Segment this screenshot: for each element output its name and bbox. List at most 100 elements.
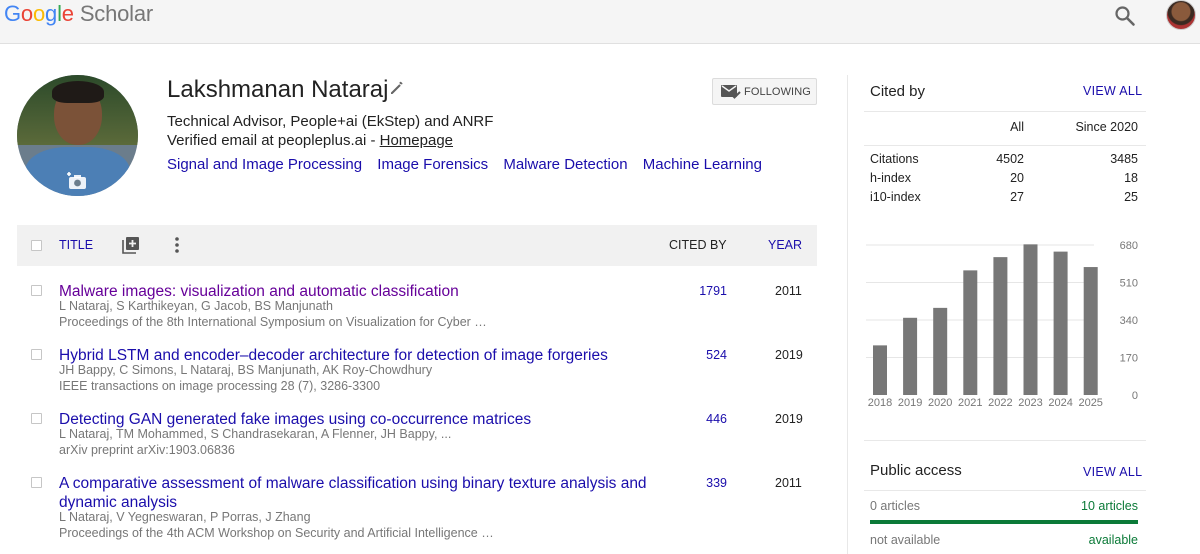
chart-x-tick-label: 2025 <box>1078 397 1102 409</box>
add-article-icon[interactable] <box>122 236 140 254</box>
chart-bar <box>1023 244 1038 395</box>
cited-by-view-all[interactable]: VIEW ALL <box>1083 84 1142 98</box>
public-access-progress-bar <box>870 520 1138 524</box>
citations-per-year-chart: 0 170 340 510 680 2018 2019 2020 2021 2022 2023 202… <box>866 240 1138 409</box>
chart-bar <box>963 270 978 395</box>
sort-by-title[interactable]: TITLE <box>59 238 93 252</box>
chart-y-tick-label: 0 <box>1132 390 1138 402</box>
interest-link[interactable]: Malware Detection <box>503 156 627 173</box>
not-available-count: 0 articles <box>870 499 921 513</box>
article-authors: JH Bappy, C Simons, L Nataraj, BS Manjun… <box>59 363 433 377</box>
chart-x-tick-label: 2020 <box>928 397 952 409</box>
profile-name: Lakshmanan Nataraj <box>167 76 389 103</box>
col-since-header: Since 2020 <box>1075 120 1138 134</box>
chart-x-tick-label: 2021 <box>958 397 982 409</box>
not-available-label: not available <box>870 533 941 547</box>
stat-all: 20 <box>1010 171 1024 185</box>
stat-label: Citations <box>870 152 919 166</box>
article-cited-count[interactable]: 446 <box>677 412 727 426</box>
article-year: 2011 <box>775 284 802 298</box>
chart-x-tick-label: 2023 <box>1018 397 1042 409</box>
logo-letter: o <box>32 1 46 26</box>
logo-letter: o <box>20 1 33 26</box>
public-access-view-all[interactable]: VIEW ALL <box>1083 465 1142 479</box>
articles-table-header: TITLE CITED BY YEAR <box>17 225 817 266</box>
chart-bar <box>903 317 918 395</box>
chart-bar <box>1083 267 1098 395</box>
stat-all: 4502 <box>996 152 1024 166</box>
select-all-checkbox[interactable] <box>31 240 42 251</box>
chart-x-tick-label: 2019 <box>898 397 922 409</box>
profile-photo[interactable] <box>17 75 138 196</box>
google-scholar-logo[interactable]: Google Scholar <box>4 1 153 27</box>
cited-by-title: Cited by <box>870 83 926 100</box>
chart-y-tick-label: 510 <box>1120 278 1138 290</box>
article-venue: Proceedings of the 4th ACM Workshop on S… <box>59 526 494 540</box>
logo-scholar-text: Scholar <box>79 1 154 26</box>
available-count: 10 articles <box>1081 499 1138 513</box>
article-checkbox[interactable] <box>31 285 42 296</box>
article-checkbox[interactable] <box>31 349 42 360</box>
chart-y-tick-label: 340 <box>1120 315 1138 327</box>
mail-check-icon <box>721 85 741 99</box>
article-year: 2019 <box>775 348 803 362</box>
article-year: 2011 <box>775 476 802 490</box>
chart-x-tick-label: 2022 <box>988 397 1012 409</box>
article-venue: Proceedings of the 8th International Sym… <box>59 315 487 329</box>
pencil-edit-icon[interactable] <box>389 80 405 96</box>
add-photo-camera-icon[interactable] <box>66 171 88 191</box>
article-year: 2019 <box>775 412 803 426</box>
interest-link[interactable]: Signal and Image Processing <box>167 156 362 173</box>
account-avatar[interactable] <box>1166 0 1196 30</box>
verified-email-text: Verified email at peopleplus.ai - <box>167 132 380 149</box>
following-button[interactable]: FOLLOWING <box>712 78 817 105</box>
stat-all: 27 <box>1010 190 1024 204</box>
article-cited-count[interactable]: 339 <box>677 476 727 490</box>
article-venue: arXiv preprint arXiv:1903.06836 <box>59 443 235 457</box>
search-icon[interactable] <box>1112 4 1138 28</box>
article-checkbox[interactable] <box>31 413 42 424</box>
chart-y-tick-label: 170 <box>1120 353 1138 365</box>
public-access-title: Public access <box>870 462 962 479</box>
chart-x-tick-label: 2024 <box>1048 397 1072 409</box>
homepage-link[interactable]: Homepage <box>380 132 453 149</box>
chart-bar <box>993 257 1008 395</box>
column-divider <box>847 75 848 554</box>
stat-since: 18 <box>1124 171 1138 185</box>
sort-by-year[interactable]: YEAR <box>768 238 802 252</box>
article-cited-count[interactable]: 524 <box>677 348 727 362</box>
col-all-header: All <box>1010 120 1024 134</box>
chart-bar <box>1053 251 1068 395</box>
available-label: available <box>1088 533 1138 547</box>
stat-since: 25 <box>1124 190 1138 204</box>
article-cited-count[interactable]: 1791 <box>677 284 727 298</box>
cited-by-column: CITED BY <box>669 238 727 252</box>
divider <box>864 111 1146 112</box>
article-authors: L Nataraj, TM Mohammed, S Chandrasekaran… <box>59 427 452 441</box>
chart-bar <box>873 345 887 395</box>
article-authors: L Nataraj, V Yegneswaran, P Porras, J Zh… <box>59 510 311 524</box>
article-authors: L Nataraj, S Karthikeyan, G Jacob, BS Ma… <box>59 299 333 313</box>
chart-bar <box>933 307 948 395</box>
research-interests: Signal and Image Processing Image Forens… <box>167 156 773 173</box>
logo-letter: G <box>4 1 21 26</box>
logo-letter: g <box>45 1 58 26</box>
article-checkbox[interactable] <box>31 477 42 488</box>
article-venue: IEEE transactions on image processing 28… <box>59 379 381 393</box>
profile-affiliation: Technical Advisor, People+ai (EkStep) an… <box>167 113 494 130</box>
chart-x-tick-label: 2018 <box>868 397 892 409</box>
profile-email: Verified email at peopleplus.ai - Homepa… <box>167 132 453 149</box>
stat-label: h-index <box>870 171 911 185</box>
article-title[interactable]: A comparative assessment of malware clas… <box>59 474 649 512</box>
stat-since: 3485 <box>1110 152 1138 166</box>
divider <box>864 145 1146 146</box>
logo-letter: e <box>61 1 74 26</box>
divider <box>864 440 1146 441</box>
top-bar: Google Scholar <box>0 0 1200 44</box>
interest-link[interactable]: Image Forensics <box>377 156 488 173</box>
chart-y-tick-label: 680 <box>1120 240 1138 252</box>
divider <box>864 490 1146 491</box>
more-vert-icon[interactable] <box>173 236 181 254</box>
interest-link[interactable]: Machine Learning <box>643 156 762 173</box>
photo-hair <box>52 81 104 103</box>
